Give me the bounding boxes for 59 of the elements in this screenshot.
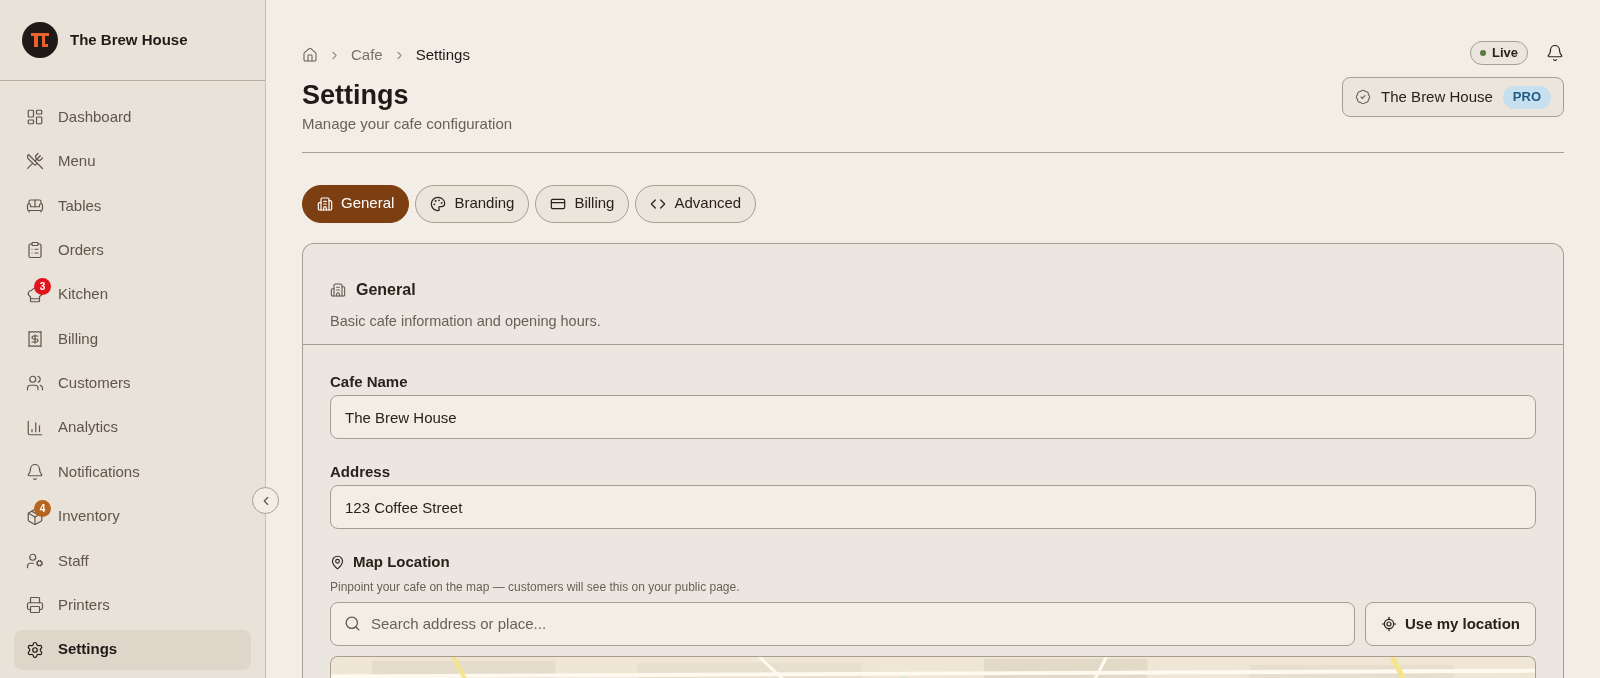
live-status: Live xyxy=(1470,41,1528,65)
card-title: General xyxy=(356,279,416,300)
breadcrumb-item[interactable]: Cafe xyxy=(351,43,383,67)
clipboard-icon xyxy=(26,241,44,260)
dashboard-icon xyxy=(26,108,44,126)
tab[interactable]: Branding xyxy=(415,184,530,223)
utensils-icon xyxy=(26,152,44,171)
settings-icon xyxy=(26,640,44,659)
bell-icon[interactable] xyxy=(1546,44,1564,62)
page-title: Settings xyxy=(302,79,410,112)
home-icon[interactable] xyxy=(302,47,318,63)
nav-item[interactable]: Orders xyxy=(14,230,251,271)
nav-item[interactable]: Billing xyxy=(14,318,251,359)
account-name: The Brew House xyxy=(1381,86,1493,107)
bar-chart-icon xyxy=(26,418,44,437)
nav-item[interactable]: 4 Inventory xyxy=(14,496,251,537)
nav-item[interactable]: Staff xyxy=(14,540,251,581)
tab[interactable]: Billing xyxy=(535,184,630,223)
count-badge: 3 xyxy=(34,277,51,295)
crosshair-icon xyxy=(1380,615,1397,632)
building-icon xyxy=(330,281,346,298)
printer-icon xyxy=(26,596,44,615)
field-label: Address xyxy=(330,462,392,483)
search-icon xyxy=(344,614,361,632)
nav-item[interactable]: Notifications xyxy=(14,452,251,493)
breadcrumb-item: Settings xyxy=(415,44,470,65)
palette-icon xyxy=(430,195,447,212)
map-pin-icon xyxy=(330,555,345,570)
nav-item[interactable]: Customers xyxy=(14,363,251,404)
nav-item[interactable]: Tables xyxy=(14,185,251,226)
nav-item[interactable]: Analytics xyxy=(14,407,251,448)
field-label: Cafe Name xyxy=(330,372,409,393)
users-icon xyxy=(26,374,44,393)
nav-item[interactable]: Printers xyxy=(14,585,251,626)
card-description: Basic cafe information and opening hours. xyxy=(330,311,602,331)
nav-item[interactable]: Menu xyxy=(14,141,251,182)
brand-name: The Brew House xyxy=(70,29,188,50)
nav-item[interactable]: Settings xyxy=(14,629,251,670)
field-label: Map Location xyxy=(353,552,450,573)
count-badge: 4 xyxy=(34,499,51,517)
verified-icon xyxy=(1355,89,1372,105)
sofa-icon xyxy=(26,196,44,215)
building-icon xyxy=(317,195,333,212)
bell-icon xyxy=(26,463,44,482)
tab[interactable]: Advanced xyxy=(635,184,757,223)
nav-item[interactable]: Dashboard xyxy=(14,97,251,137)
use-location-button[interactable]: Use my location xyxy=(1364,601,1536,646)
page-subtitle: Manage your cafe configuration xyxy=(302,114,513,134)
field-hint: Pinpoint your cafe on the map — customers will see this on your public page. xyxy=(330,578,741,596)
plan-badge: PRO xyxy=(1502,85,1551,109)
brand-logo xyxy=(22,22,58,58)
nav-item[interactable]: 3 Kitchen xyxy=(14,274,251,315)
user-gear-icon xyxy=(26,551,44,570)
input-field[interactable]: The Brew House xyxy=(330,395,1536,440)
search-field[interactable]: Search address or place... xyxy=(330,601,1355,646)
input-field[interactable]: 123 Coffee Street xyxy=(330,485,1536,530)
tab[interactable]: General xyxy=(302,184,410,223)
receipt-icon xyxy=(26,329,44,348)
account-chip[interactable]: The Brew House PRO xyxy=(1342,77,1564,117)
